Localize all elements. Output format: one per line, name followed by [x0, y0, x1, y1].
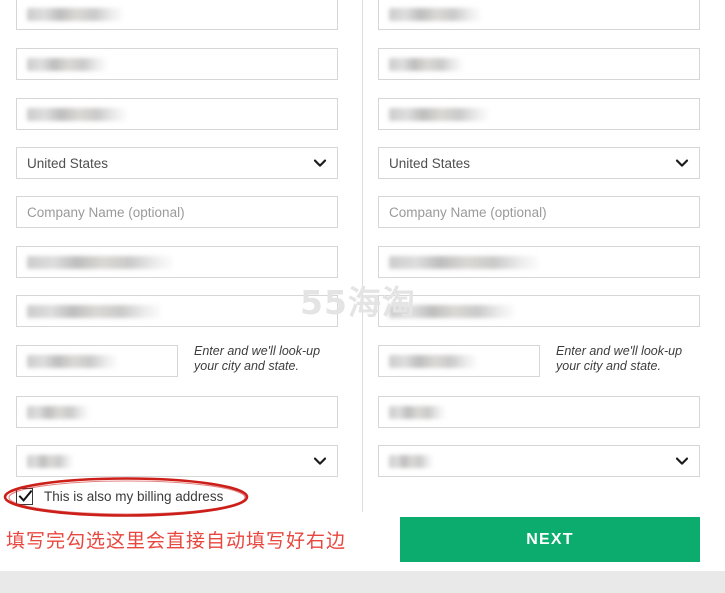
billing-row-2	[378, 48, 700, 80]
shipping-row-8: Enter and we'll look-up your city and st…	[16, 344, 338, 377]
shipping-input-7[interactable]	[16, 295, 338, 327]
checkout-address-page: 55海淘 United States Company Name (optional…	[0, 0, 725, 593]
redacted-value	[389, 354, 477, 368]
billing-row-3	[378, 98, 700, 130]
redacted-value	[27, 354, 117, 368]
billing-input-9[interactable]	[378, 396, 700, 428]
billing-row-1	[378, 0, 700, 30]
shipping-select-4[interactable]: United States	[16, 147, 338, 179]
redacted-value	[389, 7, 481, 21]
shipping-company-placeholder: Company Name (optional)	[27, 204, 185, 220]
billing-row-8: Enter and we'll look-up your city and st…	[378, 344, 700, 377]
redacted-value	[389, 255, 539, 269]
billing-input-1[interactable]	[378, 0, 700, 30]
shipping-row-7	[16, 295, 338, 327]
billing-input-8[interactable]	[378, 345, 540, 377]
shipping-country-value: United States	[27, 155, 109, 171]
shipping-select-10[interactable]	[16, 445, 338, 477]
redacted-value	[389, 107, 489, 121]
chevron-down-icon	[675, 457, 689, 465]
billing-address-checkbox-row[interactable]: This is also my billing address	[16, 488, 223, 505]
page-footer-strip	[0, 571, 725, 593]
shipping-input-9[interactable]	[16, 396, 338, 428]
billing-input-7[interactable]	[378, 295, 700, 327]
shipping-row-2	[16, 48, 338, 80]
shipping-input-8[interactable]	[16, 345, 178, 377]
redacted-value	[27, 7, 123, 21]
shipping-row-10	[16, 445, 338, 477]
chevron-down-icon	[313, 159, 327, 167]
shipping-row-4: United States	[16, 147, 338, 179]
shipping-row-5: Company Name (optional)	[16, 196, 338, 228]
next-button[interactable]: NEXT	[400, 517, 700, 562]
shipping-input-3[interactable]	[16, 98, 338, 130]
billing-same-label: This is also my billing address	[44, 489, 224, 504]
billing-input-3[interactable]	[378, 98, 700, 130]
billing-select-10[interactable]	[378, 445, 700, 477]
billing-input-2[interactable]	[378, 48, 700, 80]
billing-row-10	[378, 445, 700, 477]
shipping-row-3	[16, 98, 338, 130]
shipping-row-9	[16, 396, 338, 428]
billing-same-checkbox[interactable]	[16, 488, 33, 505]
shipping-zip-hint: Enter and we'll look-up your city and st…	[194, 344, 321, 373]
billing-zip-hint: Enter and we'll look-up your city and st…	[556, 344, 683, 373]
billing-row-5: Company Name (optional)	[378, 196, 700, 228]
redacted-value	[389, 304, 515, 318]
chevron-down-icon	[313, 457, 327, 465]
chevron-down-icon	[675, 159, 689, 167]
column-divider	[362, 0, 363, 512]
redacted-value	[27, 57, 107, 71]
shipping-input-2[interactable]	[16, 48, 338, 80]
redacted-value	[389, 454, 433, 468]
shipping-row-6	[16, 246, 338, 278]
billing-select-4[interactable]: United States	[378, 147, 700, 179]
billing-input-5[interactable]: Company Name (optional)	[378, 196, 700, 228]
billing-company-placeholder: Company Name (optional)	[389, 204, 547, 220]
redacted-value	[389, 405, 445, 419]
shipping-input-6[interactable]	[16, 246, 338, 278]
redacted-value	[27, 405, 89, 419]
billing-input-6[interactable]	[378, 246, 700, 278]
redacted-value	[27, 454, 73, 468]
billing-row-4: United States	[378, 147, 700, 179]
shipping-input-1[interactable]	[16, 0, 338, 30]
checkmark-icon	[18, 489, 33, 502]
billing-row-6	[378, 246, 700, 278]
billing-row-7	[378, 295, 700, 327]
redacted-value	[27, 304, 161, 318]
billing-country-value: United States	[389, 155, 471, 171]
redacted-value	[27, 255, 173, 269]
redacted-value	[389, 57, 463, 71]
shipping-row-1	[16, 0, 338, 30]
redacted-value	[27, 107, 127, 121]
chinese-annotation-text: 填写完勾选这里会直接自动填写好右边	[6, 530, 347, 552]
shipping-input-5[interactable]: Company Name (optional)	[16, 196, 338, 228]
billing-row-9	[378, 396, 700, 428]
